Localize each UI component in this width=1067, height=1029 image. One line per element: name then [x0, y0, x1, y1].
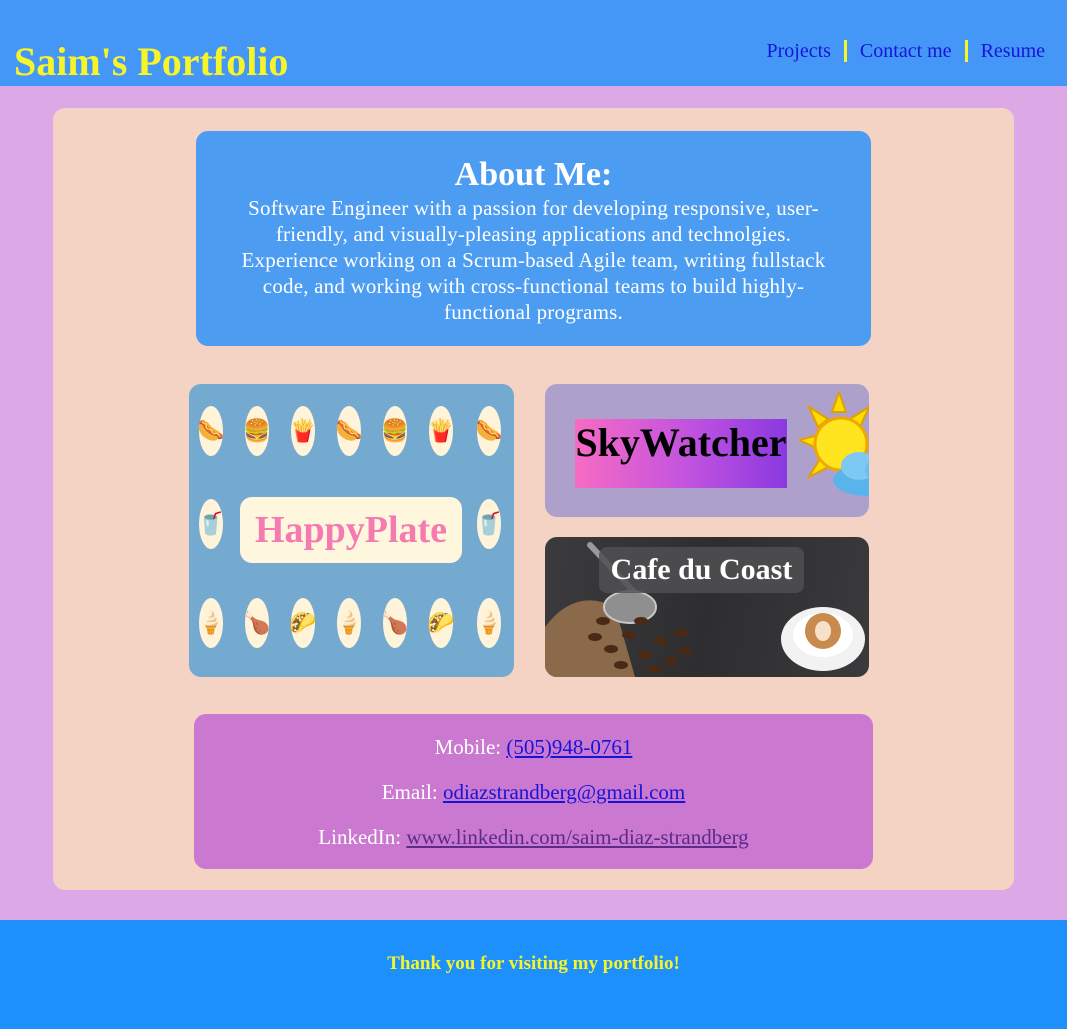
nav-projects-link[interactable]: Projects [753, 38, 843, 64]
icecream-icon: 🍦 [197, 598, 225, 648]
fries-icon: 🍟 [427, 406, 455, 456]
coffee-cup-icon [781, 607, 865, 671]
contact-email-row: Email: odiazstrandberg@gmail.com [194, 779, 873, 805]
burger-icon: 🍔 [243, 406, 271, 456]
email-link[interactable]: odiazstrandberg@gmail.com [443, 780, 685, 804]
main-nav: Projects Contact me Resume [753, 38, 1045, 64]
project-card-happyplate[interactable]: 🌭 🍔 🍟 🌭 🍔 🍟 🌭 🥤 🥤 🍦 🍗 🌮 🍦 🍗 🌮 🍦 HappyPlate [189, 384, 514, 677]
mobile-label: Mobile: [434, 735, 502, 759]
site-footer: Thank you for visiting my portfolio! [0, 920, 1067, 1029]
hotdog-icon: 🌭 [335, 406, 363, 456]
project-card-skywatcher[interactable]: SkyWatcher [545, 384, 869, 517]
chicken-icon: 🍗 [243, 598, 271, 648]
taco-icon: 🌮 [289, 598, 317, 648]
sun-cloud-icon [799, 392, 869, 496]
hotdog-icon: 🌭 [475, 406, 503, 456]
linkedin-link[interactable]: www.linkedin.com/saim-diaz-strandberg [406, 825, 748, 849]
drink-icon: 🥤 [197, 499, 225, 549]
burger-icon: 🍔 [381, 406, 409, 456]
contact-linkedin-row: LinkedIn: www.linkedin.com/saim-diaz-str… [194, 824, 873, 850]
site-title: Saim's Portfolio [14, 39, 289, 84]
site-header: Saim's Portfolio Projects Contact me Res… [0, 0, 1067, 86]
main-content: About Me: Software Engineer with a passi… [53, 108, 1014, 890]
project-title-skywatcher: SkyWatcher [575, 419, 787, 488]
about-text: Software Engineer with a passion for dev… [241, 196, 826, 324]
hotdog-icon: 🌭 [197, 406, 225, 456]
about-heading: About Me: [454, 156, 613, 193]
icecream-icon: 🍦 [475, 598, 503, 648]
taco-icon: 🌮 [427, 598, 455, 648]
icecream-icon: 🍦 [335, 598, 363, 648]
project-title-cafe-du-coast: Cafe du Coast [599, 547, 804, 593]
fries-icon: 🍟 [289, 406, 317, 456]
mobile-link[interactable]: (505)948-0761 [506, 735, 632, 759]
about-section: About Me: Software Engineer with a passi… [196, 131, 871, 346]
footer-text: Thank you for visiting my portfolio! [387, 953, 680, 974]
chicken-icon: 🍗 [381, 598, 409, 648]
nav-resume-link[interactable]: Resume [968, 38, 1045, 64]
contact-mobile-row: Mobile: (505)948-0761 [194, 734, 873, 760]
project-card-cafe-du-coast[interactable]: Cafe du Coast [545, 537, 869, 677]
email-label: Email: [381, 780, 438, 804]
linkedin-label: LinkedIn: [318, 825, 402, 849]
project-title-happyplate: HappyPlate [240, 497, 462, 563]
nav-contact-link[interactable]: Contact me [847, 38, 965, 64]
contact-section: Mobile: (505)948-0761 Email: odiazstrand… [194, 714, 873, 869]
drink-icon: 🥤 [475, 499, 503, 549]
